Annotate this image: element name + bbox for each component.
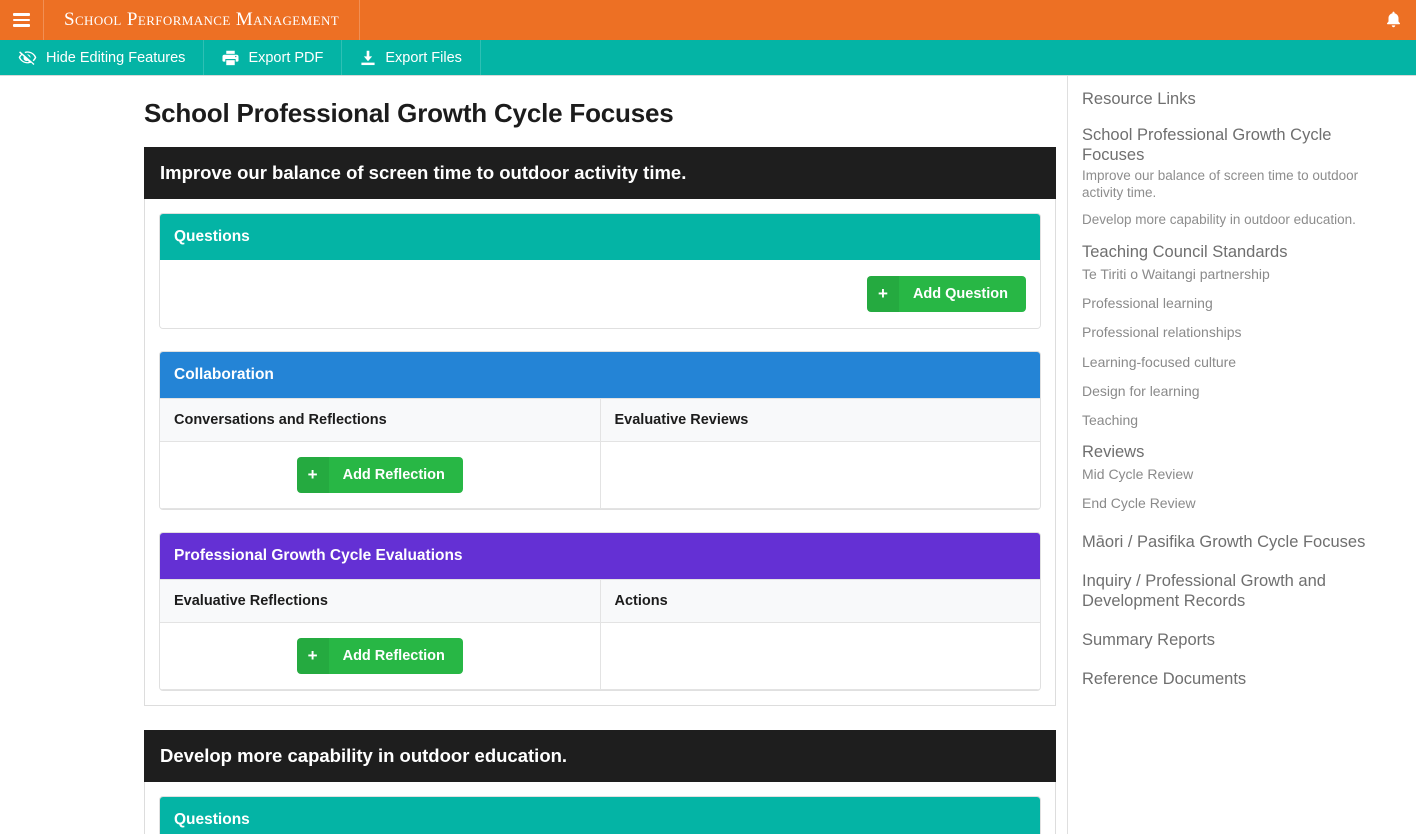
questions-panel: Questions + Add Question — [159, 213, 1041, 329]
table-row: + Add Reflection — [160, 441, 1040, 509]
sidebar-item-design-for-learning[interactable]: Design for learning — [1082, 382, 1394, 400]
notifications-button[interactable] — [1370, 0, 1416, 40]
printer-icon — [222, 50, 239, 65]
sidebar-item-professional-relationships[interactable]: Professional relationships — [1082, 323, 1394, 341]
evaluative-reflections-cell: + Add Reflection — [160, 622, 600, 690]
sidebar-item-summary-reports[interactable]: Summary Reports — [1082, 630, 1394, 650]
focus-card: Questions + Add Question — [144, 782, 1056, 834]
table-header-row: Evaluative Reflections Actions — [160, 579, 1040, 623]
hide-editing-features-label: Hide Editing Features — [46, 49, 186, 66]
download-icon — [361, 50, 375, 65]
sidebar-group-school-focuses: School Professional Growth Cycle Focuses… — [1082, 125, 1394, 229]
sidebar-item-reviews[interactable]: Reviews — [1082, 442, 1394, 462]
sidebar-item-inquiry-professional-growth-records[interactable]: Inquiry / Professional Growth and Develo… — [1082, 571, 1394, 611]
sidebar-group-teaching-council-standards: Teaching Council Standards Te Tiriti o W… — [1082, 242, 1394, 429]
questions-panel-heading: Questions — [160, 797, 1040, 834]
sidebar-subitem-focus-1[interactable]: Improve our balance of screen time to ou… — [1082, 168, 1394, 202]
sidebar-item-maori-pasifika-growth-cycle-focuses[interactable]: Māori / Pasifika Growth Cycle Focuses — [1082, 532, 1394, 552]
focus-block: Improve our balance of screen time to ou… — [144, 147, 1056, 706]
pgc-evaluations-table: Evaluative Reflections Actions + Add Ref… — [160, 579, 1040, 690]
sidebar-item-professional-learning[interactable]: Professional learning — [1082, 294, 1394, 312]
main-content: School Professional Growth Cycle Focuses… — [0, 76, 1068, 834]
export-files-label: Export Files — [385, 49, 462, 66]
app-header: School Performance Management — [0, 0, 1416, 40]
bell-icon — [1386, 11, 1400, 28]
add-reflection-label: Add Reflection — [342, 467, 445, 483]
add-reflection-label: Add Reflection — [342, 648, 445, 664]
export-pdf-button[interactable]: Export PDF — [204, 40, 343, 75]
column-header-conversations: Conversations and Reflections — [160, 398, 600, 442]
sidebar-item-school-focuses[interactable]: School Professional Growth Cycle Focuses — [1082, 125, 1394, 165]
sidebar-item-teaching[interactable]: Teaching — [1082, 411, 1394, 429]
add-question-button[interactable]: + Add Question — [866, 276, 1026, 312]
focus-card: Questions + Add Question Collaboration C… — [144, 199, 1056, 706]
plus-icon: + — [296, 457, 329, 493]
sidebar-subitem-focus-2[interactable]: Develop more capability in outdoor educa… — [1082, 212, 1394, 229]
sidebar-item-mid-cycle-review[interactable]: Mid Cycle Review — [1082, 465, 1394, 483]
table-header-row: Conversations and Reflections Evaluative… — [160, 398, 1040, 442]
questions-panel: Questions + Add Question — [159, 796, 1041, 834]
eye-slash-icon — [18, 51, 37, 65]
sidebar-item-reference-documents[interactable]: Reference Documents — [1082, 669, 1394, 689]
focus-title: Improve our balance of screen time to ou… — [144, 147, 1056, 199]
page-body: School Professional Growth Cycle Focuses… — [0, 76, 1416, 834]
hamburger-icon — [13, 10, 30, 30]
sidebar-title: Resource Links — [1082, 90, 1196, 108]
sidebar-item-te-tiriti-o-waitangi-partnership[interactable]: Te Tiriti o Waitangi partnership — [1082, 265, 1394, 283]
focus-title: Develop more capability in outdoor educa… — [144, 730, 1056, 782]
collaboration-table: Conversations and Reflections Evaluative… — [160, 398, 1040, 509]
editing-toolbar: Hide Editing Features Export PDF Export … — [0, 40, 1416, 76]
resource-links-sidebar: Resource Links School Professional Growt… — [1068, 76, 1416, 834]
column-header-evaluative-reviews: Evaluative Reviews — [599, 398, 1040, 442]
sidebar-item-end-cycle-review[interactable]: End Cycle Review — [1082, 494, 1394, 512]
table-row: + Add Reflection — [160, 622, 1040, 690]
questions-panel-body: + Add Question — [160, 260, 1040, 328]
add-reflection-button[interactable]: + Add Reflection — [296, 457, 463, 493]
plus-icon: + — [296, 638, 329, 674]
questions-panel-heading: Questions — [160, 214, 1040, 260]
sidebar-item-learning-focused-culture[interactable]: Learning-focused culture — [1082, 353, 1394, 371]
collaboration-panel: Collaboration Conversations and Reflecti… — [159, 351, 1041, 510]
sidebar-item-teaching-council-standards[interactable]: Teaching Council Standards — [1082, 242, 1394, 262]
pgc-evaluations-panel: Professional Growth Cycle Evaluations Ev… — [159, 532, 1041, 691]
focus-block: Develop more capability in outdoor educa… — [144, 730, 1056, 834]
collaboration-panel-heading: Collaboration — [160, 352, 1040, 398]
export-pdf-label: Export PDF — [248, 49, 324, 66]
column-header-evaluative-reflections: Evaluative Reflections — [160, 579, 600, 623]
pgc-evaluations-panel-heading: Professional Growth Cycle Evaluations — [160, 533, 1040, 579]
add-reflection-button[interactable]: + Add Reflection — [296, 638, 463, 674]
actions-cell — [599, 622, 1040, 690]
evaluative-reviews-cell — [599, 441, 1040, 509]
hamburger-menu-button[interactable] — [0, 0, 44, 40]
add-question-label: Add Question — [912, 286, 1008, 302]
export-files-button[interactable]: Export Files — [342, 40, 481, 75]
column-header-actions: Actions — [599, 579, 1040, 623]
hide-editing-features-button[interactable]: Hide Editing Features — [0, 40, 205, 75]
app-brand-title: School Performance Management — [44, 0, 361, 40]
page-title: School Professional Growth Cycle Focuses — [144, 98, 674, 128]
plus-icon: + — [866, 276, 899, 312]
sidebar-group-reviews: Reviews Mid Cycle Review End Cycle Revie… — [1082, 442, 1394, 513]
conversations-cell: + Add Reflection — [160, 441, 600, 509]
